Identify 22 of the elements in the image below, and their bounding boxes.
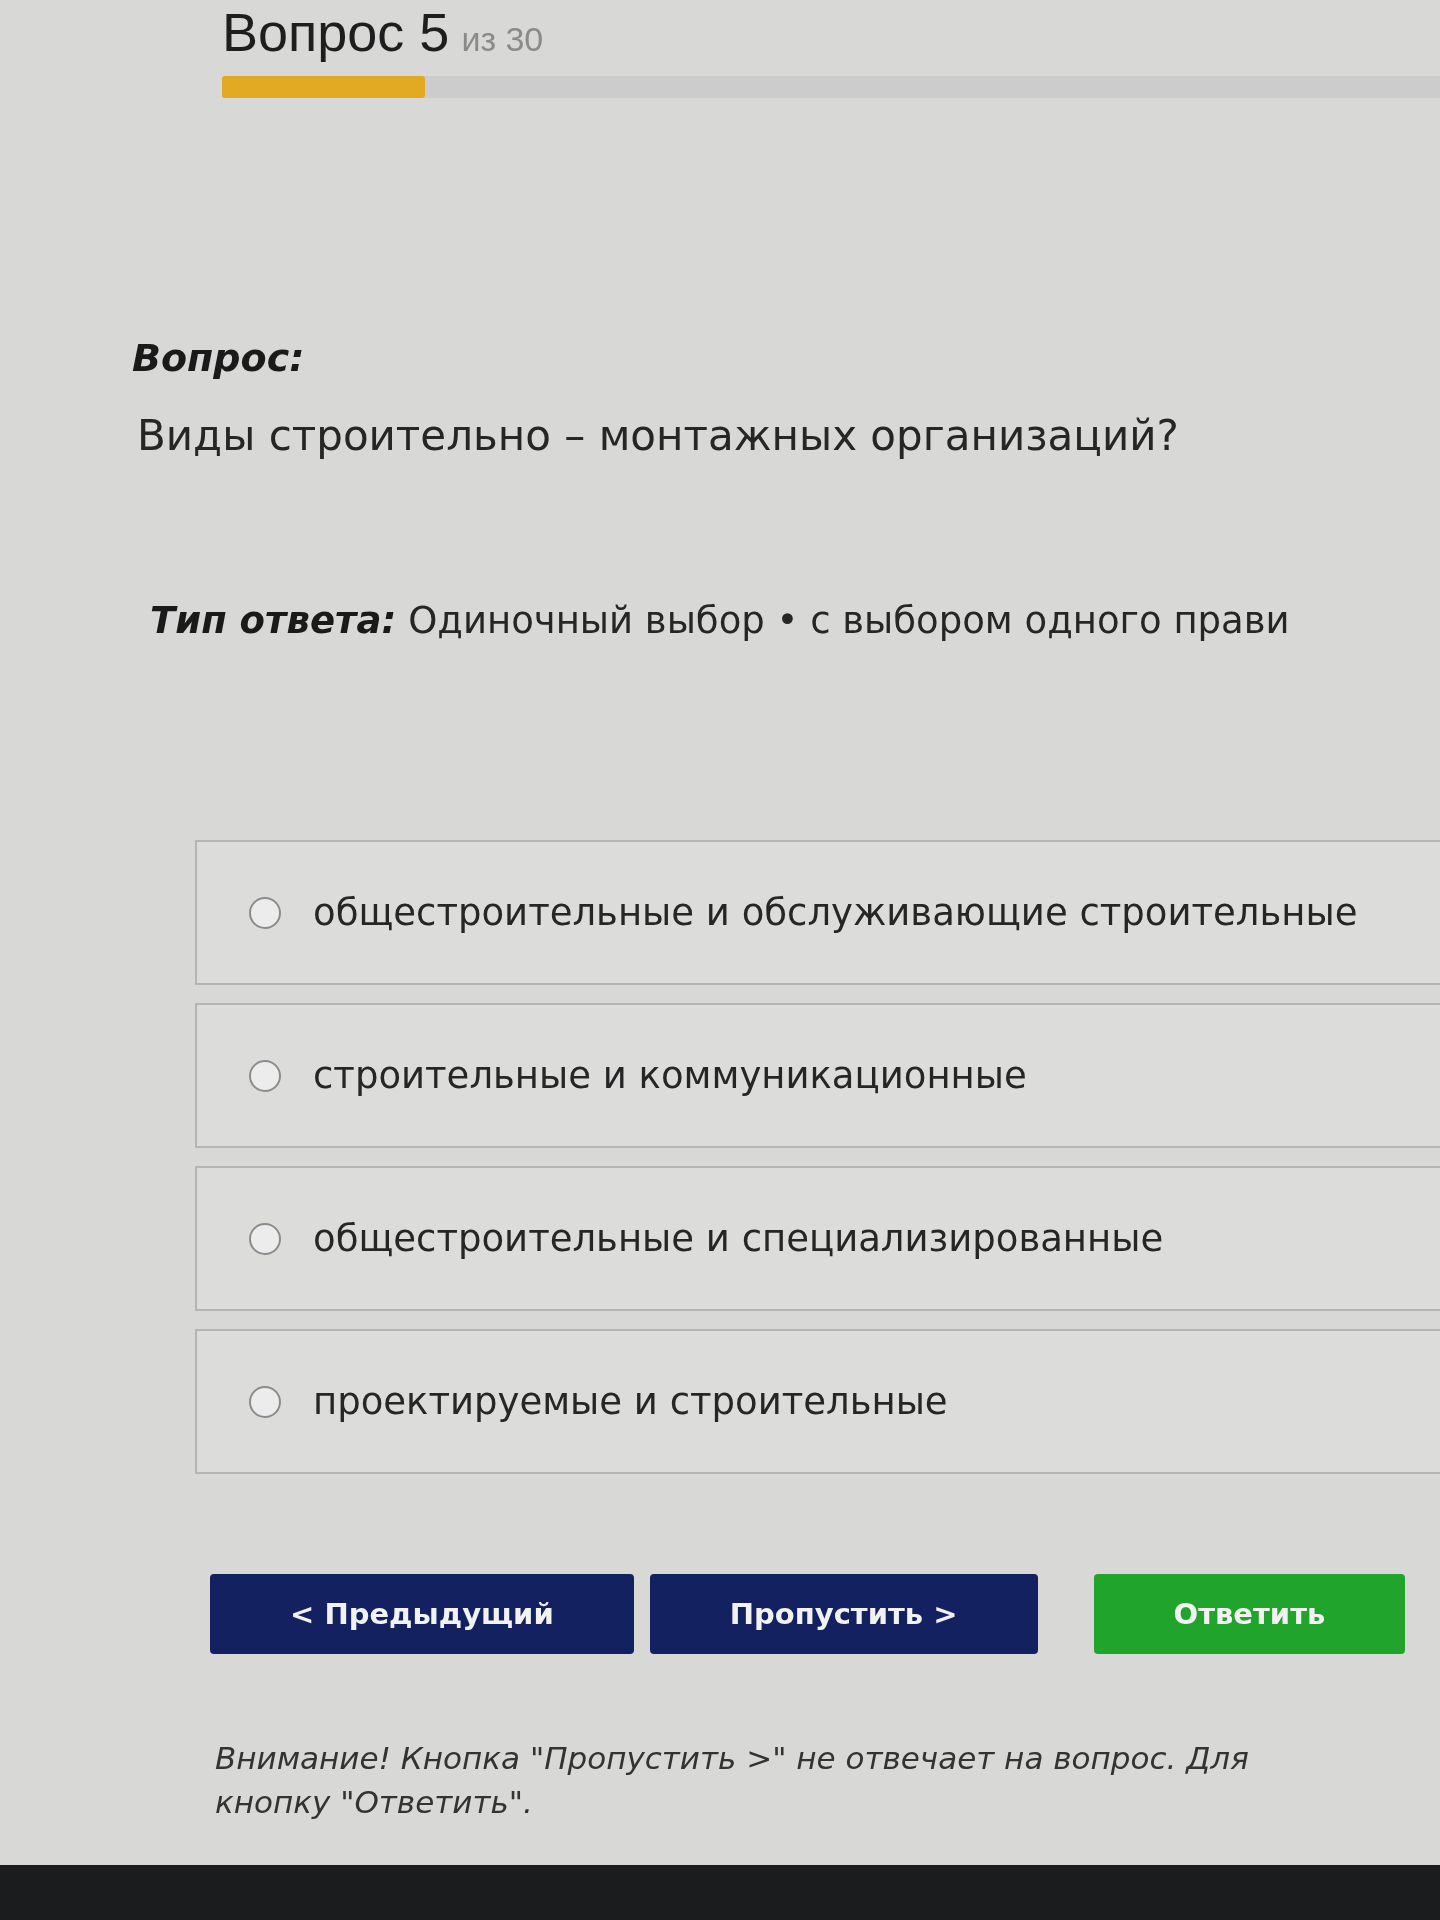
answer-type-value: Одиночный выбор • с выбором одного прави — [408, 598, 1290, 644]
radio-button[interactable] — [249, 1222, 281, 1255]
answer-option[interactable]: общестроительные и специализированные — [195, 1166, 1440, 1311]
answer-option[interactable]: проектируемые и строительные — [195, 1329, 1440, 1474]
answer-type-label: Тип ответа: — [150, 598, 397, 644]
option-text: проектируемые и строительные — [313, 1378, 948, 1425]
radio-button[interactable] — [249, 896, 281, 929]
nav-button[interactable]: Пропустить > — [649, 1574, 1038, 1654]
question-text: Виды строительно – монтажных организаций? — [137, 411, 1179, 461]
radio-button[interactable] — [249, 1059, 281, 1092]
answer-option[interactable]: строительные и коммуникационные — [195, 1003, 1440, 1148]
option-text: общестроительные и специализированные — [313, 1215, 1164, 1262]
option-text: строительные и коммуникационные — [313, 1052, 1027, 1099]
warning-text: кнопку "Ответить". — [215, 1783, 534, 1822]
nav-button[interactable]: < Предыдущий — [210, 1574, 634, 1654]
option-text: общестроительные и обслуживающие строительные — [313, 889, 1358, 936]
answer-option[interactable]: общестроительные и обслуживающие строительные — [195, 840, 1440, 985]
question-number-title: Вопрос 5 — [222, 2, 450, 62]
warning-text: Внимание! Кнопка "Пропустить >" не отвечает на вопрос. Для — [215, 1739, 1250, 1778]
question-counter: из 30 — [461, 20, 544, 59]
question-label: Вопрос: — [132, 335, 305, 381]
radio-button[interactable] — [249, 1385, 281, 1418]
